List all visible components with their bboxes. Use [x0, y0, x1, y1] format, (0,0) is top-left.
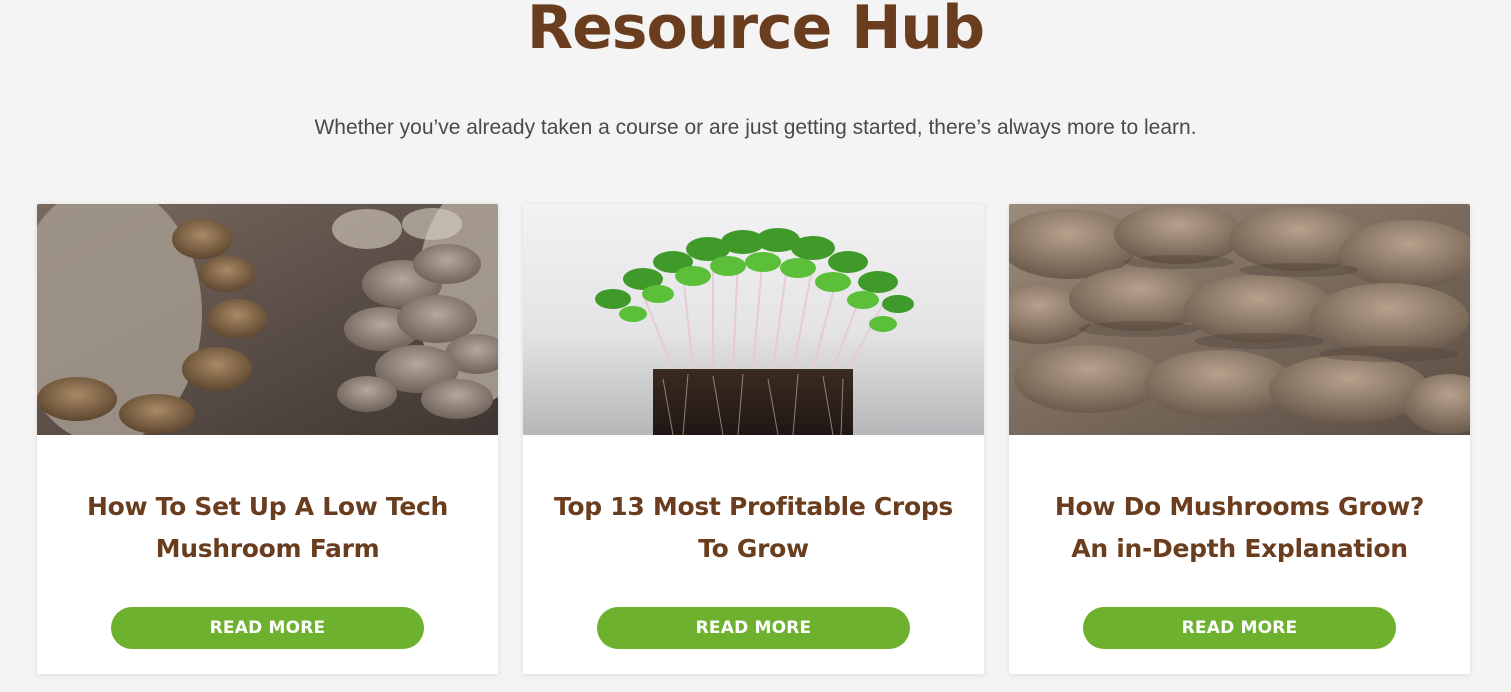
- page-subtitle: Whether you’ve already taken a course or…: [314, 116, 1197, 139]
- resource-card: How Do Mushrooms Grow? An in-Depth Expla…: [1009, 204, 1470, 674]
- resource-cards: How To Set Up A Low Tech Mushroom Farm R…: [37, 204, 1470, 674]
- resource-card: How To Set Up A Low Tech Mushroom Farm R…: [37, 204, 498, 674]
- read-more-button[interactable]: READ MORE: [111, 607, 424, 649]
- card-title[interactable]: How Do Mushrooms Grow? An in-Depth Expla…: [1039, 486, 1440, 570]
- mushroom-closeup-image[interactable]: [1009, 204, 1470, 435]
- page-title: Resource Hub: [526, 0, 985, 63]
- microgreens-image[interactable]: [523, 204, 984, 435]
- read-more-button[interactable]: READ MORE: [597, 607, 910, 649]
- card-title[interactable]: Top 13 Most Profitable Crops To Grow: [553, 486, 954, 570]
- oyster-mushrooms-image[interactable]: [37, 204, 498, 435]
- resource-card: Top 13 Most Profitable Crops To Grow REA…: [523, 204, 984, 674]
- read-more-button[interactable]: READ MORE: [1083, 607, 1396, 649]
- card-title[interactable]: How To Set Up A Low Tech Mushroom Farm: [67, 486, 468, 570]
